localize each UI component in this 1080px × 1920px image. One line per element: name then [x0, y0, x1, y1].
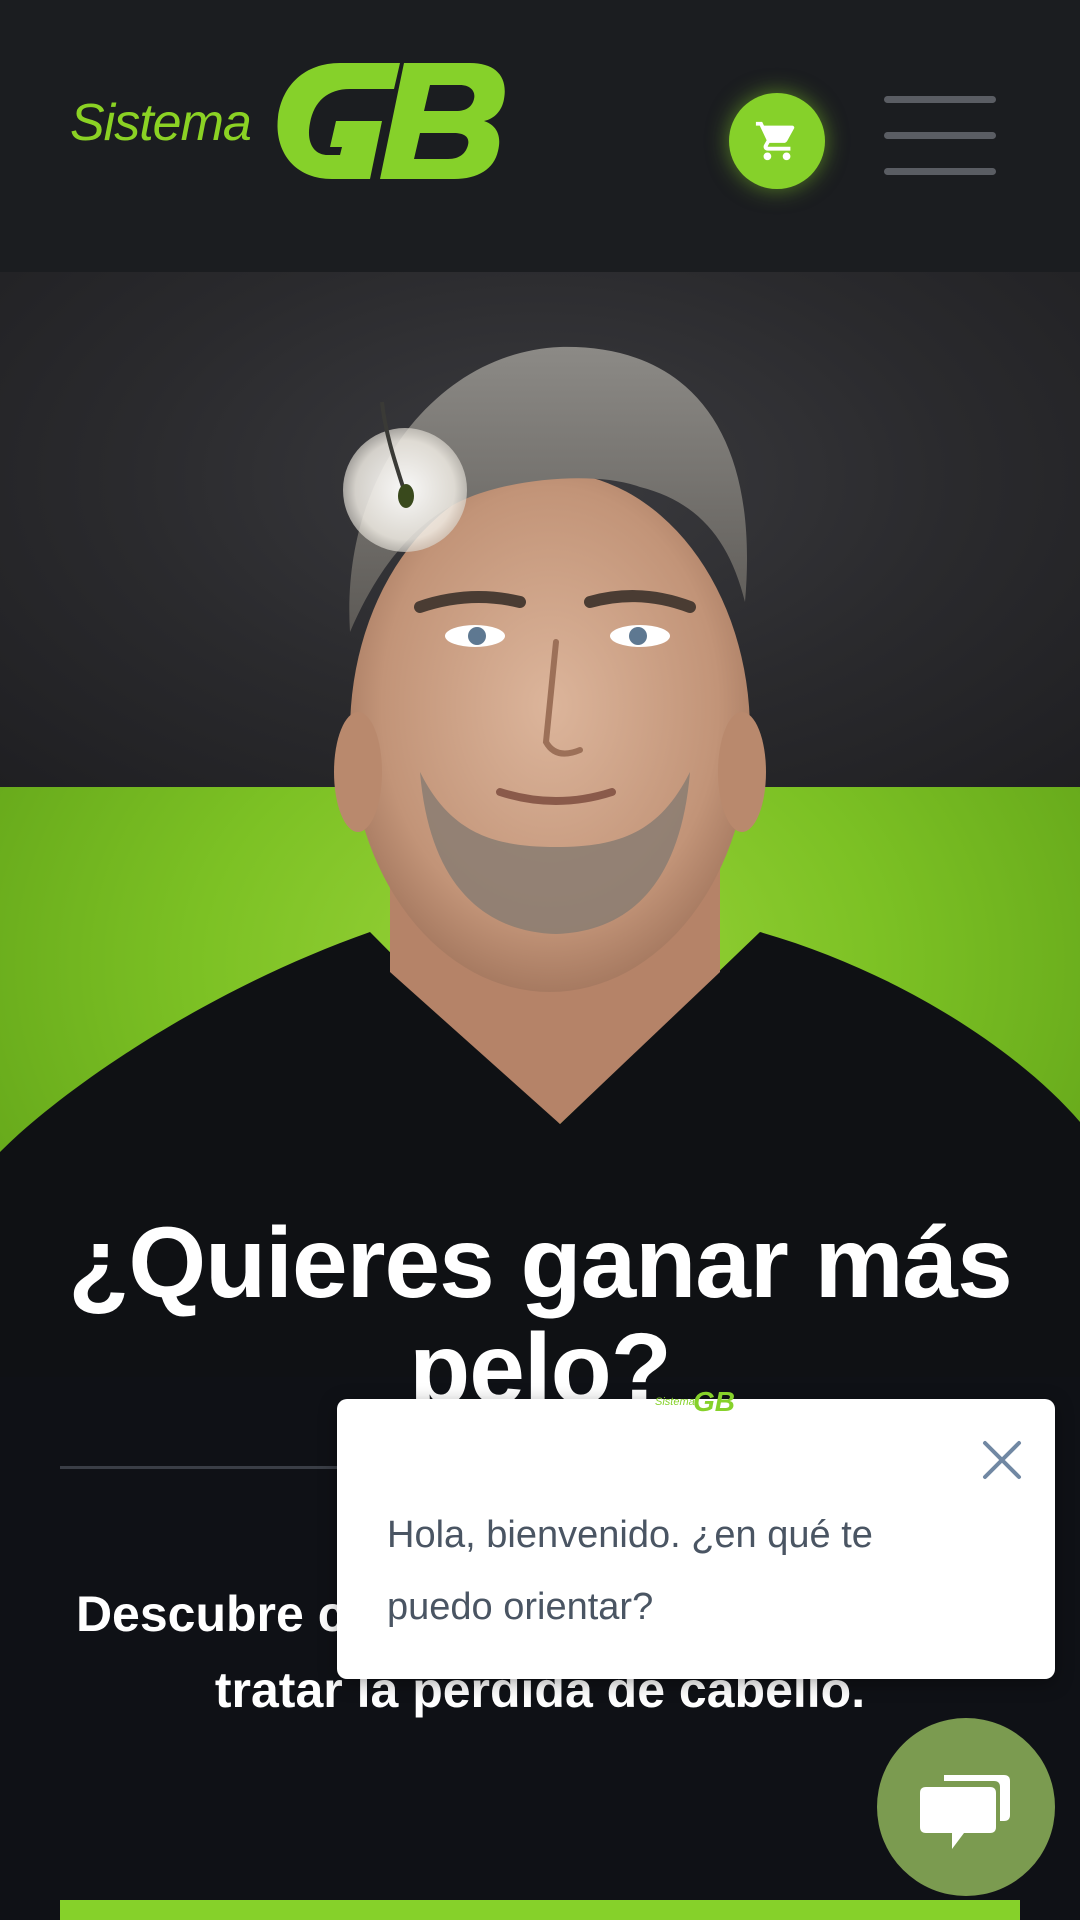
chat-avatar-mark: GB	[693, 1386, 735, 1417]
cta-button[interactable]	[60, 1900, 1020, 1920]
chat-greeting: Hola, bienvenido. ¿en qué te puedo orien…	[387, 1514, 873, 1628]
chat-bubble-icon	[920, 1775, 1010, 1849]
logo-word: Sistema	[70, 94, 252, 152]
hamburger-menu-button[interactable]	[884, 96, 996, 176]
chat-welcome-popup: Hola, bienvenido. ¿en qué te puedo orien…	[337, 1399, 1055, 1679]
chat-avatar-word: Sistema	[655, 1396, 695, 1408]
site-header: Sistema	[0, 0, 1080, 272]
chat-launcher-button[interactable]	[877, 1718, 1055, 1896]
menu-line	[884, 168, 996, 175]
sistema-gb-logo[interactable]: Sistema	[70, 55, 510, 190]
hero-headline: ¿Quieres ganar más pelo?	[68, 1207, 1013, 1425]
gb-logo-mark	[277, 63, 505, 179]
shopping-cart-icon	[755, 121, 795, 161]
cart-button[interactable]	[729, 93, 825, 189]
menu-line	[884, 96, 996, 103]
close-icon[interactable]	[977, 1435, 1027, 1485]
menu-line	[884, 132, 996, 139]
chat-brand-avatar: Sistema GB	[655, 1386, 735, 1417]
